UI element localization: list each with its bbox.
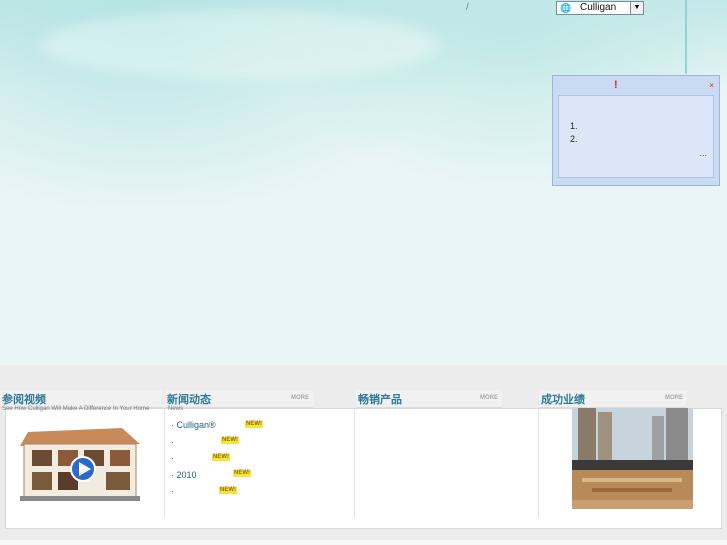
videos-subtitle: See How Culligan Will Make A Difference …	[2, 406, 150, 412]
notice-popup: ! × 1. 2. ...	[552, 75, 720, 186]
play-icon	[70, 456, 96, 482]
new-badge: NEW!	[219, 487, 237, 494]
news-section-title[interactable]: 新闻动态	[167, 391, 211, 407]
news-item[interactable]: ·	[171, 453, 174, 463]
language-selector-value: Culligan	[580, 2, 617, 13]
news-item[interactable]: · Culligan®	[171, 420, 216, 430]
footer-strip	[0, 540, 727, 545]
language-selector[interactable]: 🌐 Culligan ▼	[556, 1, 644, 15]
news-bullet: ·	[171, 470, 174, 480]
notice-body: 1. 2. ...	[558, 95, 714, 178]
dropdown-arrow-icon[interactable]: ▼	[630, 2, 643, 14]
videos-section-title[interactable]: 参阅视频	[2, 391, 46, 407]
new-badge: NEW!	[233, 470, 251, 477]
news-bullet: ·	[171, 453, 174, 463]
news-subtitle: News	[168, 406, 184, 412]
column-divider	[538, 409, 539, 517]
cases-more-button[interactable]: MORE	[665, 395, 683, 401]
products-section-header: 畅销产品 MORE	[356, 390, 502, 408]
banner-cloud	[40, 10, 440, 80]
column-divider	[354, 409, 355, 517]
globe-icon: 🌐	[560, 3, 572, 13]
news-bullet: ·	[171, 420, 174, 430]
news-item-text[interactable]: Culligan®	[177, 420, 216, 430]
new-badge: NEW!	[245, 421, 263, 428]
notice-item-1[interactable]: 1.	[570, 121, 578, 131]
news-more-button[interactable]: MORE	[291, 395, 309, 401]
banner-vertical-line	[685, 0, 687, 74]
products-more-button[interactable]: MORE	[480, 395, 498, 401]
top-separator: /	[466, 2, 469, 13]
close-icon[interactable]: ×	[709, 81, 714, 90]
news-bullet: ·	[171, 486, 174, 496]
news-bullet: ·	[171, 437, 174, 447]
column-divider	[164, 409, 165, 517]
case-thumbnail[interactable]	[572, 408, 693, 509]
news-item[interactable]: ·	[171, 437, 174, 447]
products-section-title[interactable]: 畅销产品	[358, 391, 402, 407]
news-item[interactable]: ·	[171, 486, 174, 496]
video-thumbnail[interactable]	[18, 424, 142, 502]
cases-section-title[interactable]: 成功业绩	[541, 391, 585, 407]
new-badge: NEW!	[212, 454, 230, 461]
notice-item-2[interactable]: 2.	[570, 134, 578, 144]
cases-section-header: 成功业绩 MORE	[539, 390, 687, 408]
news-section-header: 新闻动态 MORE	[165, 390, 313, 408]
notice-more-link[interactable]: ...	[699, 148, 707, 158]
news-item-text[interactable]: 2010	[177, 470, 197, 480]
new-badge: NEW!	[221, 437, 239, 444]
notice-alert-mark: !	[614, 79, 618, 91]
news-item[interactable]: · 2010	[171, 470, 197, 480]
